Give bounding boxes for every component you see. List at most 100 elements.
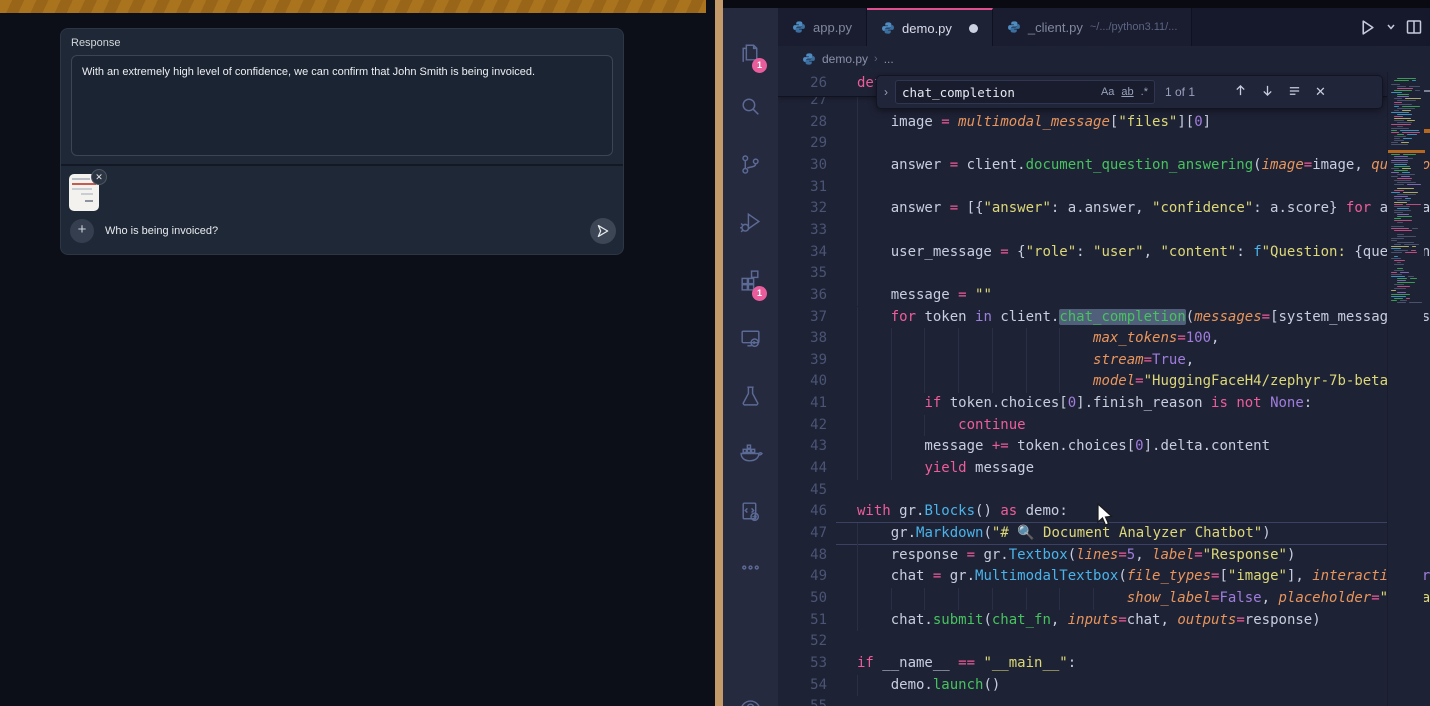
code-line[interactable]: 37 for token in client.chat_completion(m…	[778, 307, 1387, 329]
code-line[interactable]: 48 response = gr.Textbox(lines=5, label=…	[778, 545, 1387, 567]
tab-_client-py[interactable]: _client.py~/.../python3.11/...	[993, 8, 1192, 46]
tab-demo-py[interactable]: demo.py	[867, 8, 993, 46]
code-line[interactable]: 49 chat = gr.MultimodalTextbox(file_type…	[778, 566, 1387, 588]
whole-word-icon[interactable]: ab	[1121, 86, 1133, 98]
line-number: 46	[778, 501, 827, 523]
regex-icon[interactable]: .*	[1141, 86, 1148, 98]
panel-divider	[61, 164, 623, 166]
close-find-icon[interactable]: ✕	[1315, 84, 1326, 100]
code-line[interactable]: 28 image = multimodal_message["files"][0…	[778, 112, 1387, 134]
tab-bar: app.py demo.py _client.py~/.../python3.11/…	[778, 8, 1430, 46]
line-number: 36	[778, 285, 827, 307]
code-line[interactable]: 43 message += token.choices[0].delta.con…	[778, 436, 1387, 458]
code-line[interactable]: 44 yield message	[778, 458, 1387, 480]
code-line[interactable]: 55	[778, 696, 1387, 706]
line-number: 26	[778, 73, 827, 95]
code-editor[interactable]: 2728 image = multimodal_message["files"]…	[778, 72, 1430, 706]
minimap[interactable]	[1387, 72, 1424, 706]
code-line[interactable]: 30 answer = client.document_question_ans…	[778, 155, 1387, 177]
activity-run-debug-icon[interactable]	[723, 198, 778, 246]
badge: 1	[752, 58, 767, 73]
find-input[interactable]: chat_completion Aa ab .*	[895, 80, 1155, 104]
activity-extensions-icon[interactable]: 1	[723, 256, 778, 304]
code-line[interactable]: 54 demo.launch()	[778, 675, 1387, 697]
line-number: 54	[778, 675, 827, 697]
code-line[interactable]: 33	[778, 220, 1387, 242]
code-line[interactable]: 53if __name__ == "__main__":	[778, 653, 1387, 675]
chat-message-input[interactable]: Who is being invoiced?	[105, 219, 218, 243]
split-editor-icon[interactable]	[1406, 19, 1422, 35]
code-line[interactable]: 36 message = ""	[778, 285, 1387, 307]
response-label: Response	[71, 37, 121, 49]
line-number: 47	[778, 523, 827, 545]
tab-label: app.py	[813, 20, 852, 35]
indent-guide	[857, 133, 858, 155]
code-line[interactable]: 40 model="HuggingFaceH4/zephyr-7b-beta")…	[778, 371, 1387, 393]
activity-more-icon[interactable]	[723, 543, 778, 591]
code-line[interactable]: 34 user_message = {"role": "user", "cont…	[778, 242, 1387, 264]
send-button[interactable]	[590, 218, 616, 244]
run-dropdown-chevron-icon[interactable]	[1386, 22, 1396, 32]
breadcrumb[interactable]: demo.py › ...	[778, 46, 1430, 72]
activity-testing-icon[interactable]	[723, 371, 778, 419]
line-number: 51	[778, 610, 827, 632]
code-line[interactable]: 45	[778, 480, 1387, 502]
find-in-selection-icon[interactable]	[1288, 84, 1301, 100]
python-file-icon	[792, 20, 806, 34]
activity-account-icon[interactable]	[723, 688, 778, 706]
add-file-button[interactable]: +	[70, 219, 94, 243]
match-case-icon[interactable]: Aa	[1101, 86, 1114, 98]
line-number: 28	[778, 112, 827, 134]
indent-guide	[857, 220, 858, 242]
line-number: 32	[778, 198, 827, 220]
previous-match-button[interactable]	[1234, 84, 1247, 100]
code-line[interactable]: 38 max_tokens=100,	[778, 328, 1387, 350]
code-line[interactable]: 42 continue	[778, 415, 1387, 437]
mouse-pointer	[1095, 503, 1115, 527]
remove-attachment-button[interactable]: ✕	[91, 169, 107, 185]
activity-docker-icon[interactable]	[723, 429, 778, 477]
line-number: 31	[778, 177, 827, 199]
code-line[interactable]: 51 chat.submit(chat_fn, inputs=chat, out…	[778, 610, 1387, 632]
tab-label: demo.py	[902, 21, 952, 36]
python-file-icon	[1007, 20, 1021, 34]
close-icon: ✕	[95, 172, 103, 182]
code-line[interactable]: 31	[778, 177, 1387, 199]
title-bar	[723, 0, 1430, 8]
code-line[interactable]: 52	[778, 631, 1387, 653]
tab-app-py[interactable]: app.py	[778, 8, 867, 46]
window-divider[interactable]	[715, 0, 723, 706]
code-line[interactable]: 41 if token.choices[0].finish_reason is …	[778, 393, 1387, 415]
unsaved-dot-icon[interactable]	[969, 24, 978, 33]
find-query[interactable]: chat_completion	[902, 85, 1094, 100]
code-line[interactable]: 50 show_label=False, placeholder="Upload…	[778, 588, 1387, 610]
code-line[interactable]: 47 gr.Markdown("# 🔍 Document Analyzer Ch…	[778, 523, 1387, 545]
response-textarea[interactable]: With an extremely high level of confiden…	[71, 55, 613, 156]
code-line[interactable]: 35	[778, 263, 1387, 285]
activity-remote-explorer-icon[interactable]	[723, 314, 778, 362]
browser-theme-bar	[0, 0, 706, 13]
next-match-button[interactable]	[1261, 84, 1274, 100]
code-line[interactable]: 29	[778, 133, 1387, 155]
breadcrumb-symbol[interactable]: ...	[884, 52, 894, 66]
indent-guide	[857, 263, 858, 285]
run-button-icon[interactable]	[1359, 19, 1376, 36]
line-number: 41	[778, 393, 827, 415]
activity-search-icon[interactable]	[723, 82, 778, 130]
line-number: 35	[778, 263, 827, 285]
code-line[interactable]: 46with gr.Blocks() as demo:	[778, 501, 1387, 523]
line-number: 39	[778, 350, 827, 372]
activity-explorer-icon[interactable]: 1	[723, 28, 778, 76]
activity-task-runner-icon[interactable]	[723, 487, 778, 535]
tab-label: _client.py	[1028, 20, 1083, 35]
indent-guide	[857, 177, 858, 199]
line-number: 43	[778, 436, 827, 458]
overview-ruler[interactable]	[1424, 72, 1430, 706]
line-number: 38	[778, 328, 827, 350]
breadcrumb-file[interactable]: demo.py	[822, 52, 868, 66]
code-line[interactable]: 39 stream=True,	[778, 350, 1387, 372]
activity-source-control-icon[interactable]	[723, 140, 778, 188]
vscode-window: 1 1 app.py demo.py _client.py~/.../python3.…	[723, 0, 1430, 706]
toggle-replace-chevron-icon[interactable]: ›	[877, 85, 895, 99]
code-line[interactable]: 32 answer = [{"answer": a.answer, "confi…	[778, 198, 1387, 220]
